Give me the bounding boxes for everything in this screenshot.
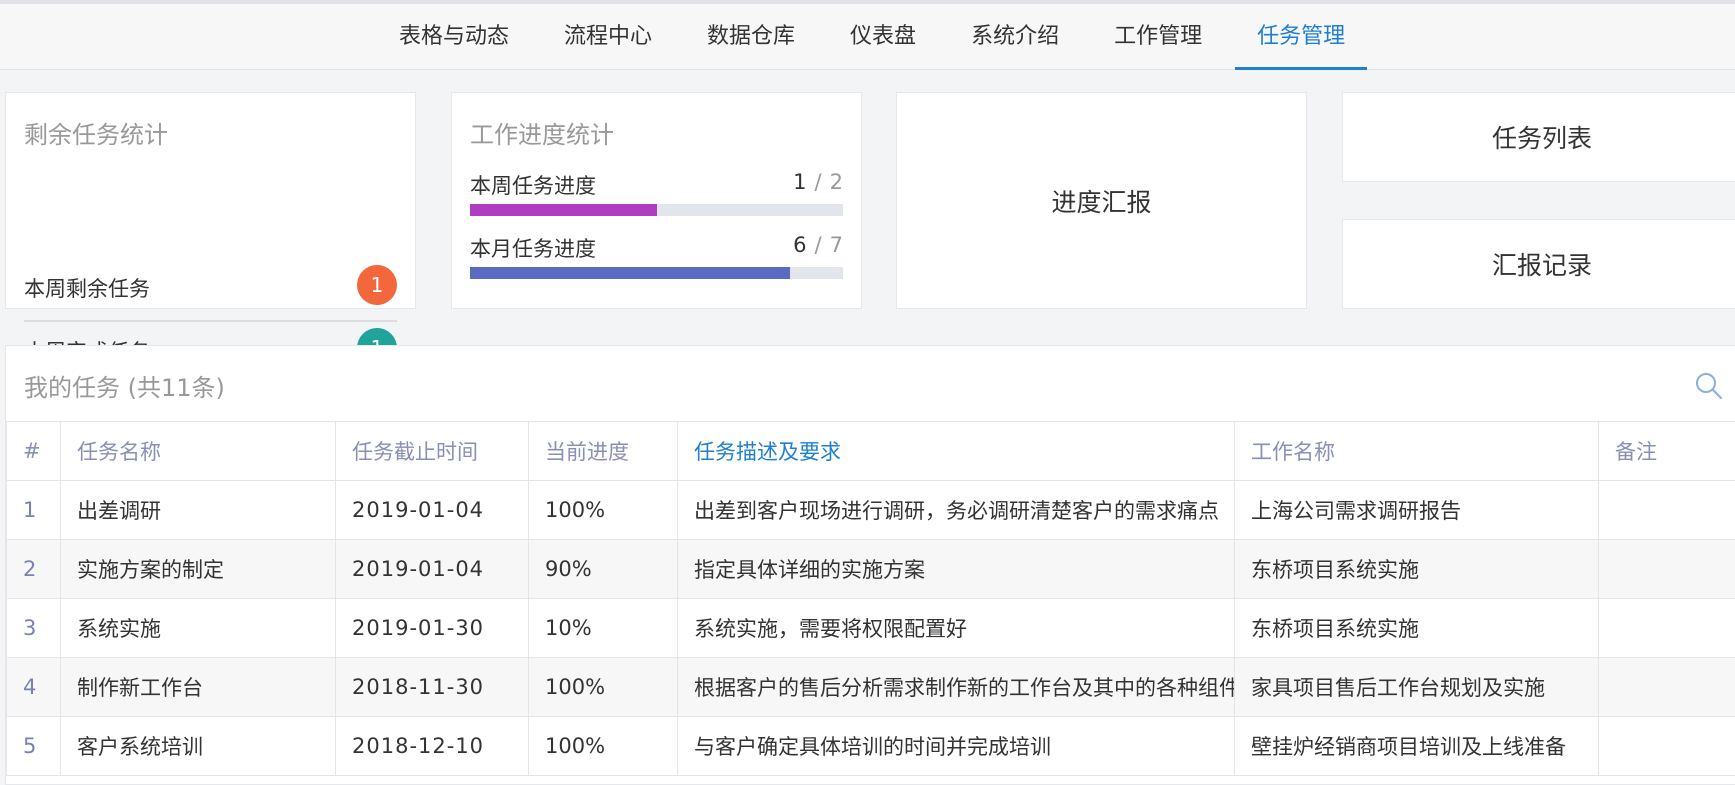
tab-work-management[interactable]: 工作管理 xyxy=(1092,4,1224,70)
tasks-table: # 任务名称 任务截止时间 当前进度 任务描述及要求 工作名称 备注 1 出差调… xyxy=(6,421,1735,776)
task-deadline: 2019-01-04 xyxy=(336,540,529,599)
column-header-work-name[interactable]: 工作名称 xyxy=(1235,422,1599,481)
progress-bar xyxy=(470,267,843,279)
task-progress: 100% xyxy=(529,481,678,540)
row-index: 4 xyxy=(7,658,61,717)
top-nav-bar: 表格与动态 流程中心 数据仓库 仪表盘 系统介绍 工作管理 任务管理 xyxy=(0,0,1735,70)
progress-fill xyxy=(470,204,657,216)
task-description: 与客户确定具体培训的时间并完成培训 xyxy=(678,717,1235,776)
task-description: 指定具体详细的实施方案 xyxy=(678,540,1235,599)
tab-tables-activity[interactable]: 表格与动态 xyxy=(377,4,531,70)
task-list-button[interactable]: 任务列表 xyxy=(1342,92,1735,182)
table-row[interactable]: 4 制作新工作台 2018-11-30 100% 根据客户的售后分析需求制作新的… xyxy=(7,658,1735,717)
tab-system-intro[interactable]: 系统介绍 xyxy=(949,4,1081,70)
progress-count: 1 / 2 xyxy=(793,170,843,194)
nav-tabs: 表格与动态 流程中心 数据仓库 仪表盘 系统介绍 工作管理 任务管理 xyxy=(377,4,1378,70)
column-header-description[interactable]: 任务描述及要求 xyxy=(678,422,1235,481)
work-name: 壁挂炉经销商项目培训及上线准备 xyxy=(1235,717,1599,776)
table-row[interactable]: 3 系统实施 2019-01-30 10% 系统实施，需要将权限配置好 东桥项目… xyxy=(7,599,1735,658)
task-note xyxy=(1599,540,1735,599)
work-name: 东桥项目系统实施 xyxy=(1235,540,1599,599)
task-deadline: 2018-12-10 xyxy=(336,717,529,776)
task-progress: 100% xyxy=(529,717,678,776)
task-name: 客户系统培训 xyxy=(61,717,336,776)
remaining-tasks-card: 剩余任务统计 本周剩余任务 1 本周完成任务 1 xyxy=(5,92,416,309)
progress-report-button[interactable]: 进度汇报 xyxy=(896,92,1307,309)
work-name: 东桥项目系统实施 xyxy=(1235,599,1599,658)
table-row[interactable]: 1 出差调研 2019-01-04 100% 出差到客户现场进行调研，务必调研清… xyxy=(7,481,1735,540)
tab-data-warehouse[interactable]: 数据仓库 xyxy=(685,4,817,70)
work-name: 上海公司需求调研报告 xyxy=(1235,481,1599,540)
panel-title: 我的任务 (共11条) xyxy=(24,368,225,403)
progress-count: 6 / 7 xyxy=(793,233,843,257)
weekly-progress-row: 本周任务进度 1 / 2 xyxy=(470,170,843,226)
task-progress: 90% xyxy=(529,540,678,599)
progress-fill xyxy=(470,267,790,279)
my-tasks-panel: 我的任务 (共11条) # 任务名称 任务截止时间 当前进度 任务描述及要求 工… xyxy=(5,345,1735,785)
task-deadline: 2018-11-30 xyxy=(336,658,529,717)
stat-label: 本周剩余任务 xyxy=(24,273,150,303)
work-name: 家具项目售后工作台规划及实施 xyxy=(1235,658,1599,717)
row-index: 3 xyxy=(7,599,61,658)
table-row[interactable]: 2 实施方案的制定 2019-01-04 90% 指定具体详细的实施方案 东桥项… xyxy=(7,540,1735,599)
table-header-row: # 任务名称 任务截止时间 当前进度 任务描述及要求 工作名称 备注 xyxy=(7,422,1735,481)
report-records-button[interactable]: 汇报记录 xyxy=(1342,219,1735,309)
column-header-index[interactable]: # xyxy=(7,422,61,481)
task-description: 系统实施，需要将权限配置好 xyxy=(678,599,1235,658)
task-description: 出差到客户现场进行调研，务必调研清楚客户的需求痛点 xyxy=(678,481,1235,540)
progress-separator: / xyxy=(815,170,822,194)
task-name: 出差调研 xyxy=(61,481,336,540)
progress-done: 6 xyxy=(793,233,806,257)
progress-separator: / xyxy=(815,233,822,257)
progress-total: 2 xyxy=(830,170,843,194)
row-index: 1 xyxy=(7,481,61,540)
task-name: 系统实施 xyxy=(61,599,336,658)
task-description: 根据客户的售后分析需求制作新的工作台及其中的各种组件 xyxy=(678,658,1235,717)
progress-done: 1 xyxy=(793,170,806,194)
column-header-task-name[interactable]: 任务名称 xyxy=(61,422,336,481)
card-title: 剩余任务统计 xyxy=(24,115,168,150)
work-progress-card: 工作进度统计 本周任务进度 1 / 2 本月任务进度 6 / 7 xyxy=(451,92,862,309)
row-index: 2 xyxy=(7,540,61,599)
card-title: 工作进度统计 xyxy=(470,115,614,150)
task-name: 制作新工作台 xyxy=(61,658,336,717)
search-icon[interactable] xyxy=(1694,371,1724,401)
task-deadline: 2019-01-04 xyxy=(336,481,529,540)
task-note xyxy=(1599,658,1735,717)
column-header-notes[interactable]: 备注 xyxy=(1599,422,1735,481)
column-header-deadline[interactable]: 任务截止时间 xyxy=(336,422,529,481)
task-note xyxy=(1599,481,1735,540)
task-progress: 10% xyxy=(529,599,678,658)
table-row[interactable]: 5 客户系统培训 2018-12-10 100% 与客户确定具体培训的时间并完成… xyxy=(7,717,1735,776)
tab-task-management[interactable]: 任务管理 xyxy=(1235,4,1367,70)
progress-total: 7 xyxy=(830,233,843,257)
count-badge: 1 xyxy=(357,265,397,305)
task-deadline: 2019-01-30 xyxy=(336,599,529,658)
task-progress: 100% xyxy=(529,658,678,717)
column-header-progress[interactable]: 当前进度 xyxy=(529,422,678,481)
monthly-progress-row: 本月任务进度 6 / 7 xyxy=(470,233,843,289)
progress-label: 本月任务进度 xyxy=(470,233,596,263)
tab-workflow-center[interactable]: 流程中心 xyxy=(542,4,674,70)
tab-dashboard[interactable]: 仪表盘 xyxy=(828,4,938,70)
progress-bar xyxy=(470,204,843,216)
weekly-remaining-row[interactable]: 本周剩余任务 1 xyxy=(24,259,397,322)
task-note xyxy=(1599,717,1735,776)
task-note xyxy=(1599,599,1735,658)
row-index: 5 xyxy=(7,717,61,776)
progress-label: 本周任务进度 xyxy=(470,170,596,200)
task-name: 实施方案的制定 xyxy=(61,540,336,599)
